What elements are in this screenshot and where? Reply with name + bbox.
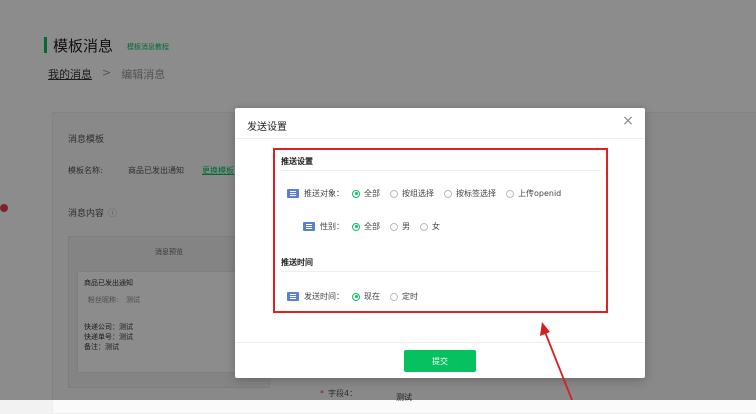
annotation-arrow-icon xyxy=(540,322,573,400)
